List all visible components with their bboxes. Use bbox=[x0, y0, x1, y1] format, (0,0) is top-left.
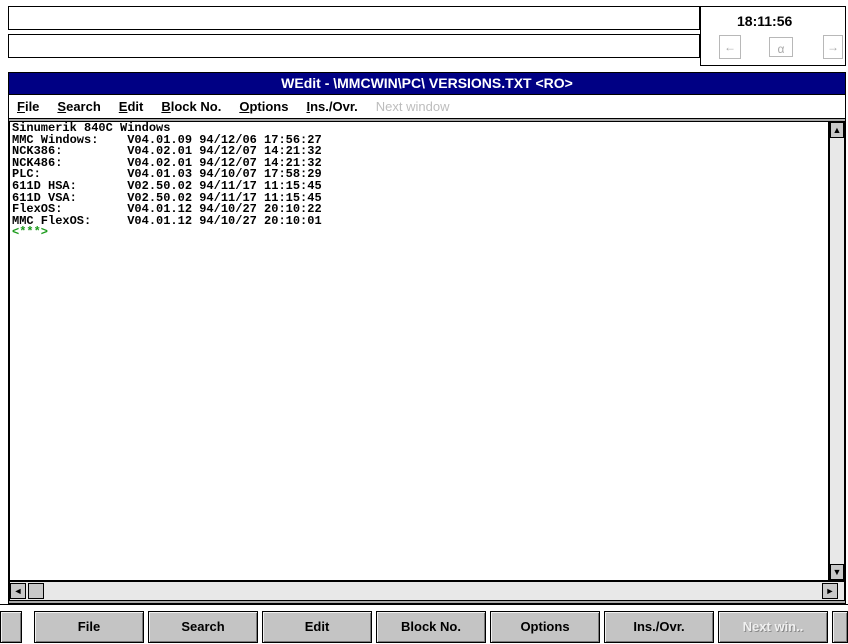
softkey-right-etc[interactable] bbox=[832, 611, 848, 643]
editor-window: WEdit - \MMCWIN\PC\ VERSIONS.TXT <RO> Fi… bbox=[8, 72, 846, 604]
softkey-options[interactable]: Options bbox=[490, 611, 600, 643]
scroll-left-icon[interactable]: ◄ bbox=[10, 583, 26, 599]
menu-search-label: earch bbox=[66, 99, 101, 114]
softkey-search[interactable]: Search bbox=[148, 611, 258, 643]
scroll-up-icon[interactable]: ▲ bbox=[830, 122, 844, 138]
softkey-ins-ovr[interactable]: Ins./Ovr. bbox=[604, 611, 714, 643]
menu-search-hotkey: S bbox=[57, 99, 67, 114]
softkey-bar: File Search Edit Block No. Options Ins./… bbox=[0, 604, 848, 644]
window-title: WEdit - \MMCWIN\PC\ VERSIONS.TXT <RO> bbox=[9, 73, 845, 95]
status-line-top bbox=[8, 6, 700, 30]
menu-bar: File Search Edit Block No. Options Ins./… bbox=[9, 95, 845, 119]
abc-icon: α bbox=[769, 37, 793, 57]
menu-file-hotkey: F bbox=[17, 99, 25, 114]
text-editor-area[interactable]: Sinumerik 840C Windows MMC Windows: V04.… bbox=[9, 121, 829, 581]
menu-file[interactable]: File bbox=[17, 99, 39, 114]
clock-time: 18:11:56 bbox=[737, 13, 793, 29]
softkey-left-recall[interactable] bbox=[0, 611, 22, 643]
horizontal-scrollbar[interactable]: ◄ ► bbox=[9, 581, 845, 601]
softkey-file[interactable]: File bbox=[34, 611, 144, 643]
arrow-left-icon: ← bbox=[719, 35, 741, 59]
menu-insovr-label: ns./Ovr. bbox=[310, 99, 358, 114]
softkey-block-no[interactable]: Block No. bbox=[376, 611, 486, 643]
menu-edit[interactable]: Edit bbox=[119, 99, 144, 114]
menu-edit-label: dit bbox=[127, 99, 144, 114]
menu-block-no[interactable]: Block No. bbox=[161, 99, 221, 114]
menu-options-hotkey: O bbox=[239, 99, 250, 114]
menu-next-window[interactable]: Next window bbox=[376, 99, 450, 114]
menu-options-label: ptions bbox=[249, 99, 289, 114]
end-of-file-marker: <***> bbox=[12, 225, 49, 240]
menu-options[interactable]: Options bbox=[239, 99, 288, 114]
scroll-right-icon[interactable]: ► bbox=[822, 583, 838, 599]
menu-ins-ovr[interactable]: Ins./Ovr. bbox=[306, 99, 357, 114]
exit-icon: → bbox=[823, 35, 843, 59]
status-line-bottom bbox=[8, 34, 700, 58]
softkey-next-window[interactable]: Next win.. bbox=[718, 611, 828, 643]
softkey-edit[interactable]: Edit bbox=[262, 611, 372, 643]
menu-search[interactable]: Search bbox=[57, 99, 100, 114]
menu-block-label: lock No. bbox=[170, 99, 222, 114]
line-8: MMC FlexOS: V04.01.12 94/10/27 20:10:01 bbox=[12, 213, 322, 228]
horizontal-scroll-thumb[interactable] bbox=[28, 583, 44, 599]
menu-file-label: ile bbox=[24, 99, 40, 114]
vertical-scrollbar[interactable]: ▲ ▼ bbox=[829, 121, 845, 581]
scroll-down-icon[interactable]: ▼ bbox=[830, 564, 844, 580]
clock-panel: 18:11:56 ← α → bbox=[700, 6, 846, 66]
menu-block-hotkey: B bbox=[161, 99, 171, 114]
